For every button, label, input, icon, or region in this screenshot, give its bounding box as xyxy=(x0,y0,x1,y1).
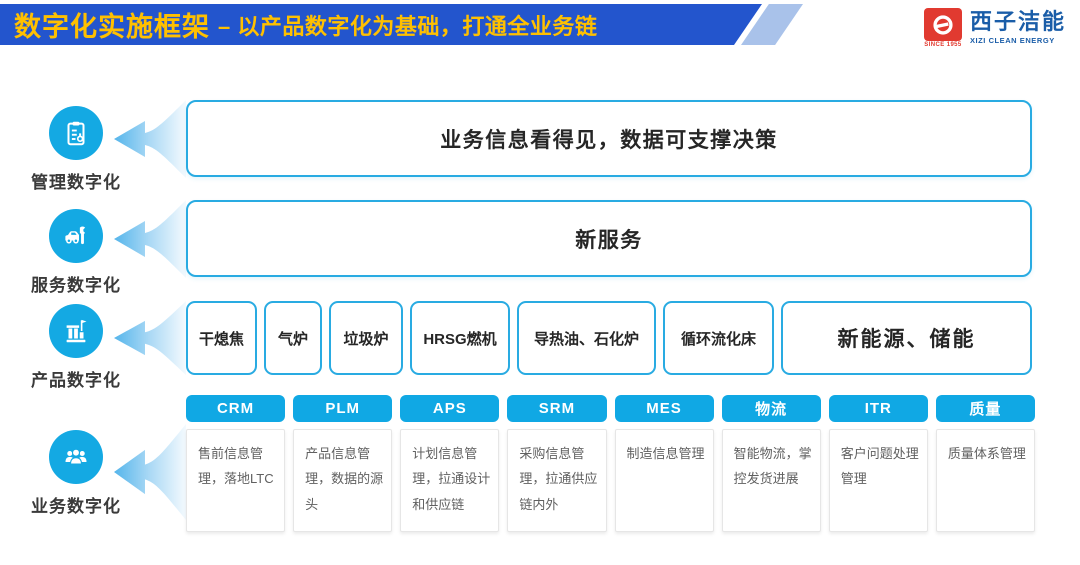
system-desc-crm: 售前信息管理，落地LTC xyxy=(186,429,285,532)
system-pill-quality: 质量 xyxy=(936,395,1035,422)
left-arrow-product xyxy=(112,301,186,375)
slide-title-bar: 数字化实施框架 – 以产品数字化为基础，打通全业务链 xyxy=(0,4,762,45)
product-box: 干熄焦 xyxy=(186,301,257,375)
product-box: 循环流化床 xyxy=(663,301,774,375)
system-pill-crm: CRM xyxy=(186,395,285,422)
system-pill-itr: ITR xyxy=(829,395,928,422)
system-pill-aps: APS xyxy=(400,395,499,422)
logo-since-text: SINCE 1955 xyxy=(924,42,961,48)
product-box: 导热油、石化炉 xyxy=(517,301,656,375)
system-pill-srm: SRM xyxy=(507,395,606,422)
slide-title-main: 数字化实施框架 xyxy=(14,5,210,44)
system-desc-itr: 客户问题处理管理 xyxy=(829,429,928,532)
system-desc-row: 售前信息管理，落地LTC 产品信息管理，数据的源头 计划信息管理，拉通设计和供应… xyxy=(186,429,1035,532)
left-arrow-business xyxy=(112,424,186,520)
left-arrow-service xyxy=(112,200,186,278)
logo-e-icon xyxy=(924,8,962,41)
service-content-box: 新服务 xyxy=(186,200,1032,277)
product-box: HRSG燃机 xyxy=(410,301,510,375)
system-pill-row: CRM PLM APS SRM MES 物流 ITR 质量 xyxy=(186,395,1035,422)
left-arrow-management xyxy=(112,100,186,178)
system-desc-aps: 计划信息管理，拉通设计和供应链 xyxy=(400,429,499,532)
system-desc-plm: 产品信息管理，数据的源头 xyxy=(293,429,392,532)
industry-columns-icon xyxy=(49,304,103,358)
company-logo: SINCE 1955 西子洁能 XIZI CLEAN ENERGY xyxy=(924,8,1066,48)
system-desc-logistics: 智能物流，掌控发货进展 xyxy=(722,429,821,532)
product-box: 垃圾炉 xyxy=(329,301,403,375)
logo-company-name-cn: 西子洁能 xyxy=(970,10,1066,34)
car-service-icon xyxy=(49,209,103,263)
team-icon xyxy=(49,430,103,484)
clipboard-checklist-icon xyxy=(49,106,103,160)
system-desc-mes: 制造信息管理 xyxy=(615,429,714,532)
system-desc-srm: 采购信息管理，拉通供应链内外 xyxy=(507,429,606,532)
system-pill-plm: PLM xyxy=(293,395,392,422)
system-pill-logistics: 物流 xyxy=(722,395,821,422)
slide-title-sub: – 以产品数字化为基础，打通全业务链 xyxy=(218,9,597,41)
product-box-highlight: 新能源、储能 xyxy=(781,301,1032,375)
product-box: 气炉 xyxy=(264,301,322,375)
system-pill-mes: MES xyxy=(615,395,714,422)
management-content-box: 业务信息看得见，数据可支撑决策 xyxy=(186,100,1032,177)
logo-company-name-en: XIZI CLEAN ENERGY xyxy=(970,36,1066,45)
product-box-row: 干熄焦 气炉 垃圾炉 HRSG燃机 导热油、石化炉 循环流化床 新能源、储能 xyxy=(186,301,1032,375)
system-desc-quality: 质量体系管理 xyxy=(936,429,1035,532)
